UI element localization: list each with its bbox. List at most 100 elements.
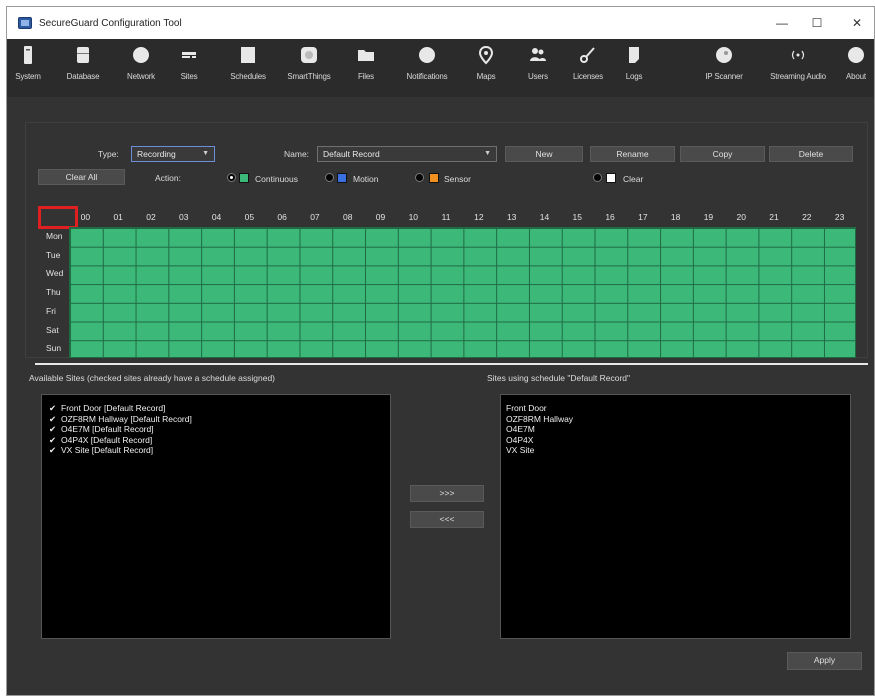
day-label[interactable]: Tue xyxy=(35,246,69,265)
app-window: SecureGuard Configuration Tool — ☐ ✕ Sys… xyxy=(6,6,875,696)
system-icon xyxy=(24,46,32,64)
action-motion-radio[interactable] xyxy=(325,173,334,182)
available-site-item[interactable]: ✔ O4P4X [Default Record] xyxy=(49,435,390,446)
hour-header[interactable]: 15 xyxy=(561,211,594,224)
hour-header[interactable]: 00 xyxy=(69,211,102,224)
app-logo-icon xyxy=(18,17,32,29)
available-site-item[interactable]: ✔ Front Door [Default Record] xyxy=(49,403,390,414)
toolbar-logs[interactable]: Logs xyxy=(604,45,664,81)
hour-header[interactable]: 13 xyxy=(495,211,528,224)
close-button[interactable]: ✕ xyxy=(840,7,874,39)
users-icon xyxy=(530,48,546,61)
checkmark-icon: ✔ xyxy=(49,434,57,445)
hour-header[interactable]: 21 xyxy=(758,211,791,224)
hour-header[interactable]: 07 xyxy=(299,211,332,224)
chevron-down-icon: ▼ xyxy=(484,150,491,157)
assigned-site-item[interactable]: O4E7M xyxy=(506,424,850,435)
minimize-button[interactable]: — xyxy=(765,7,799,39)
day-label[interactable]: Sat xyxy=(35,321,69,340)
assigned-site-item[interactable]: OZF8RM Hallway xyxy=(506,414,850,425)
toolbar-system[interactable]: System xyxy=(0,45,58,81)
title-bar: SecureGuard Configuration Tool — ☐ ✕ xyxy=(7,7,874,39)
type-select[interactable]: Recording ▼ xyxy=(131,146,215,162)
window-title: SecureGuard Configuration Tool xyxy=(39,17,182,29)
hour-header[interactable]: 12 xyxy=(463,211,496,224)
hour-header[interactable]: 20 xyxy=(725,211,758,224)
hour-header[interactable]: 16 xyxy=(594,211,627,224)
hour-header[interactable]: 11 xyxy=(430,211,463,224)
sites-using-list[interactable]: Front Door OZF8RM Hallway O4E7M O4P4X VX… xyxy=(500,394,851,639)
toolbar-maps[interactable]: Maps xyxy=(456,45,516,81)
delete-button[interactable]: Delete xyxy=(769,146,853,162)
toolbar-about[interactable]: About xyxy=(826,45,875,81)
checkmark-icon: ✔ xyxy=(49,445,57,455)
smartthings-icon xyxy=(301,47,317,63)
hour-header[interactable]: 19 xyxy=(692,211,725,224)
toolbar-database[interactable]: Database xyxy=(53,45,113,81)
hour-header[interactable]: 01 xyxy=(102,211,135,224)
action-continuous-radio[interactable] xyxy=(227,173,236,182)
available-sites-list[interactable]: ✔ Front Door [Default Record] ✔ OZF8RM Hal… xyxy=(41,394,391,639)
hour-header[interactable]: 03 xyxy=(167,211,200,224)
clear-swatch xyxy=(606,173,616,183)
available-site-item[interactable]: ✔ O4E7M [Default Record] xyxy=(49,424,390,435)
toolbar-smartthings[interactable]: SmartThings xyxy=(279,45,339,81)
toolbar-notifications[interactable]: Notifications xyxy=(397,45,457,81)
action-sensor-radio[interactable] xyxy=(415,173,424,182)
day-label[interactable]: Fri xyxy=(35,302,69,321)
hour-header[interactable]: 10 xyxy=(397,211,430,224)
day-label[interactable]: Thu xyxy=(35,283,69,302)
day-label[interactable]: Wed xyxy=(35,264,69,283)
key-icon xyxy=(580,47,595,63)
day-label[interactable]: Sun xyxy=(35,339,69,358)
continuous-swatch xyxy=(239,173,249,183)
main-toolbar: System Database Network Sites Schedules … xyxy=(7,39,874,97)
assigned-site-item[interactable]: Front Door xyxy=(506,403,850,414)
hour-header[interactable]: 23 xyxy=(823,211,856,224)
rename-button[interactable]: Rename xyxy=(590,146,675,162)
toolbar-sites[interactable]: Sites xyxy=(159,45,219,81)
available-site-item[interactable]: ✔ OZF8RM Hallway [Default Record] xyxy=(49,414,390,425)
about-icon xyxy=(848,47,864,63)
add-sites-button[interactable]: >>> xyxy=(410,485,484,502)
hour-header[interactable]: 09 xyxy=(364,211,397,224)
hour-header[interactable]: 06 xyxy=(266,211,299,224)
day-label[interactable]: Mon xyxy=(35,227,69,246)
clear-all-button[interactable]: Clear All xyxy=(38,169,125,185)
action-clear-radio[interactable] xyxy=(593,173,602,182)
toolbar-files[interactable]: Files xyxy=(336,45,396,81)
hour-header[interactable]: 08 xyxy=(331,211,364,224)
maximize-button[interactable]: ☐ xyxy=(800,7,834,39)
type-label: Type: xyxy=(98,149,119,159)
name-select[interactable]: Default Record ▼ xyxy=(317,146,497,162)
action-label: Action: xyxy=(155,173,181,183)
apply-button[interactable]: Apply xyxy=(787,652,862,670)
hour-header[interactable]: 17 xyxy=(626,211,659,224)
hour-header[interactable]: 05 xyxy=(233,211,266,224)
checkmark-icon: ✔ xyxy=(49,424,57,434)
new-button[interactable]: New xyxy=(505,146,583,162)
hour-header[interactable]: 04 xyxy=(200,211,233,224)
hour-header[interactable]: 14 xyxy=(528,211,561,224)
action-clear-label: Clear xyxy=(623,174,644,184)
toolbar-ip-scanner[interactable]: IP Scanner xyxy=(694,45,754,81)
available-site-item[interactable]: ✔ VX Site [Default Record] xyxy=(49,445,390,456)
hour-header[interactable]: 22 xyxy=(790,211,823,224)
schedules-icon xyxy=(241,47,255,63)
remove-sites-button[interactable]: <<< xyxy=(410,511,484,528)
name-label: Name: xyxy=(284,149,310,159)
assigned-site-item[interactable]: O4P4X xyxy=(506,435,850,446)
section-divider xyxy=(35,363,868,365)
logs-icon xyxy=(629,47,639,63)
map-pin-icon xyxy=(478,45,494,65)
ip-scanner-icon xyxy=(716,47,732,63)
assigned-site-item[interactable]: VX Site xyxy=(506,445,850,456)
hour-header[interactable]: 18 xyxy=(659,211,692,224)
action-continuous-label: Continuous xyxy=(255,174,299,184)
action-sensor-label: Sensor xyxy=(444,174,471,184)
schedule-grid[interactable] xyxy=(69,227,856,358)
toolbar-schedules[interactable]: Schedules xyxy=(218,45,278,81)
toolbar-streaming-audio[interactable]: Streaming Audio xyxy=(768,45,828,81)
hour-header[interactable]: 02 xyxy=(135,211,168,224)
copy-button[interactable]: Copy xyxy=(680,146,765,162)
